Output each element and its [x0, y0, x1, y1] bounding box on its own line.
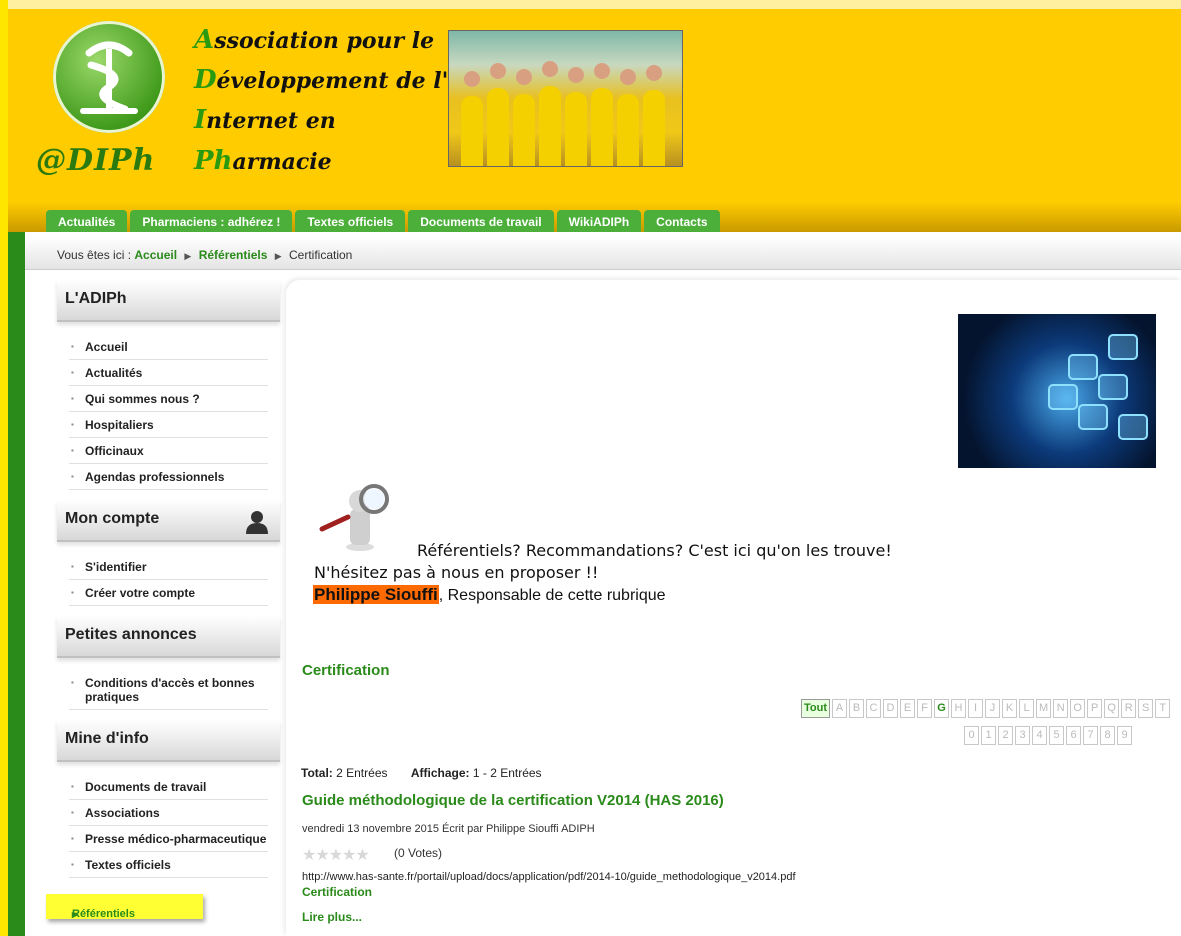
filter-digit[interactable]: 2	[998, 726, 1013, 745]
filter-letter[interactable]: N	[1053, 699, 1069, 718]
menu-item-hospitaliers[interactable]: Hospitaliers	[69, 412, 268, 438]
filter-letter[interactable]: D	[883, 699, 899, 718]
entry-category-link[interactable]: Certification	[302, 885, 372, 899]
breadcrumb-link-accueil[interactable]: Accueil	[134, 248, 177, 262]
filter-digit[interactable]: 1	[981, 726, 996, 745]
filter-digit[interactable]: 6	[1066, 726, 1081, 745]
tab-contacts[interactable]: Contacts	[644, 210, 720, 232]
filter-letter[interactable]: J	[985, 699, 1001, 718]
menu-item-referentiels-active[interactable]: ▸ Référentiels	[46, 894, 203, 921]
menu-item-creer-compte[interactable]: Créer votre compte	[69, 580, 268, 606]
breadcrumb-current: Certification	[289, 248, 353, 262]
filter-letter[interactable]: F	[917, 699, 933, 718]
module-title-ladiph: L'ADIPh	[57, 280, 280, 322]
filter-letter[interactable]: Q	[1104, 699, 1120, 718]
module-title-mon-compte: Mon compte	[57, 500, 280, 542]
sidebar: L'ADIPh Accueil Actualités Qui sommes no…	[57, 280, 280, 888]
filter-letter[interactable]: L	[1019, 699, 1035, 718]
menu-mine-dinfo: Documents de travail Associations Presse…	[57, 762, 280, 888]
menu-mon-compte: S'identifier Créer votre compte	[57, 542, 280, 616]
filter-letter[interactable]: I	[968, 699, 984, 718]
logo-text[interactable]: @DIPh	[36, 143, 155, 178]
title-line-1: Association pour le	[194, 25, 435, 55]
menu-item-qui-sommes-nous[interactable]: Qui sommes nous ?	[69, 386, 268, 412]
menu-item-sidentifier[interactable]: S'identifier	[69, 554, 268, 580]
filter-digit[interactable]: 0	[964, 726, 979, 745]
menu-item-presse[interactable]: Presse médico-pharmaceutique	[69, 826, 268, 852]
team-photo	[448, 30, 683, 167]
filter-letter[interactable]: A	[832, 699, 848, 718]
magnifier-figure-icon	[319, 484, 389, 551]
filter-digit[interactable]: 8	[1100, 726, 1115, 745]
breadcrumb-link-referentiels[interactable]: Référentiels	[199, 248, 268, 262]
title-line-4: Pharmacie	[194, 146, 332, 176]
intro-line-3: Philippe Siouffi, Responsable de cette r…	[313, 585, 666, 604]
intro-line-1: Référentiels? Recommandations? C'est ici…	[417, 541, 892, 560]
filter-letter[interactable]: K	[1002, 699, 1018, 718]
menu-item-documents[interactable]: Documents de travail	[69, 774, 268, 800]
module-title-mine-dinfo: Mine d'info	[57, 720, 280, 762]
filter-letter[interactable]: T	[1155, 699, 1171, 718]
title-line-2: Développement de l'	[194, 65, 449, 95]
menu-item-associations[interactable]: Associations	[69, 800, 268, 826]
hero-image	[958, 314, 1156, 468]
filter-letter[interactable]: M	[1036, 699, 1052, 718]
intro-line-2: N'hésitez pas à nous en proposer !!	[314, 563, 599, 582]
menu-ladiph: Accueil Actualités Qui sommes nous ? Hos…	[57, 322, 280, 500]
rating-stars-icon[interactable]: ★★★★★	[302, 845, 370, 865]
left-edge-strip	[0, 0, 8, 936]
breadcrumb-arrow-icon: ▶	[274, 251, 282, 261]
read-more-link[interactable]: Lire plus...	[302, 910, 362, 924]
title-line-3: Internet en	[194, 105, 336, 135]
left-green-strip	[8, 232, 25, 936]
filter-digit[interactable]: 9	[1117, 726, 1132, 745]
breadcrumb-arrow-icon: ▶	[184, 251, 192, 261]
filter-digit[interactable]: 5	[1049, 726, 1064, 745]
entry-url[interactable]: http://www.has-sante.fr/portail/upload/d…	[302, 871, 796, 883]
filter-letter[interactable]: O	[1070, 699, 1086, 718]
tab-documents-de-travail[interactable]: Documents de travail	[408, 210, 554, 232]
filter-all[interactable]: Tout	[801, 699, 831, 718]
menu-item-textes-officiels[interactable]: Textes officiels	[69, 852, 268, 878]
entry-totals: Total: 2 Entrées Affichage: 1 - 2 Entrée…	[301, 766, 542, 780]
tab-pharmaciens-adherez[interactable]: Pharmaciens : adhérez !	[130, 210, 293, 232]
logo-caduceus-icon[interactable]	[53, 21, 165, 133]
filter-letter[interactable]: H	[951, 699, 967, 718]
filter-letter[interactable]: C	[866, 699, 882, 718]
user-icon	[246, 511, 268, 534]
tab-actualites[interactable]: Actualités	[46, 210, 128, 232]
filter-letter[interactable]: E	[900, 699, 916, 718]
alphabet-filter: Tout A B C D E F G H I J K L M N O P Q R…	[801, 699, 1171, 718]
main-nav: Actualités Pharmaciens : adhérez ! Texte…	[46, 210, 720, 232]
breadcrumb: Vous êtes ici : Accueil ▶ Référentiels ▶…	[25, 237, 1181, 270]
digit-filter: 0 1 2 3 4 5 6 7 8 9	[964, 726, 1132, 745]
breadcrumb-prefix: Vous êtes ici :	[57, 248, 132, 262]
vote-count: (0 Votes)	[394, 846, 443, 860]
tab-wikiadiph[interactable]: WikiADIPh	[556, 210, 642, 232]
tab-textes-officiels[interactable]: Textes officiels	[295, 210, 406, 232]
menu-item-accueil[interactable]: Accueil	[69, 334, 268, 360]
menu-item-officinaux[interactable]: Officinaux	[69, 438, 268, 464]
module-title-petites-annonces: Petites annonces	[57, 616, 280, 658]
filter-digit[interactable]: 4	[1032, 726, 1047, 745]
entry-title-link[interactable]: Guide méthodologique de la certification…	[302, 792, 724, 809]
filter-letter[interactable]: B	[849, 699, 865, 718]
menu-item-agendas[interactable]: Agendas professionnels	[69, 464, 268, 490]
filter-digit[interactable]: 3	[1015, 726, 1030, 745]
category-title: Certification	[302, 662, 390, 679]
menu-petites-annonces: Conditions d'accès et bonnes pratiques	[57, 658, 280, 720]
responsible-name: Philippe Siouffi	[313, 585, 439, 604]
menu-item-conditions[interactable]: Conditions d'accès et bonnes pratiques	[69, 670, 268, 710]
entry-meta: vendredi 13 novembre 2015 Écrit par Phil…	[302, 823, 595, 835]
filter-digit[interactable]: 7	[1083, 726, 1098, 745]
filter-letter[interactable]: P	[1087, 699, 1103, 718]
filter-letter-active[interactable]: G	[934, 699, 950, 718]
filter-letter[interactable]: R	[1121, 699, 1137, 718]
site-header: @DIPh Association pour le Développement …	[8, 0, 1181, 232]
menu-item-actualites[interactable]: Actualités	[69, 360, 268, 386]
filter-letter[interactable]: S	[1138, 699, 1154, 718]
